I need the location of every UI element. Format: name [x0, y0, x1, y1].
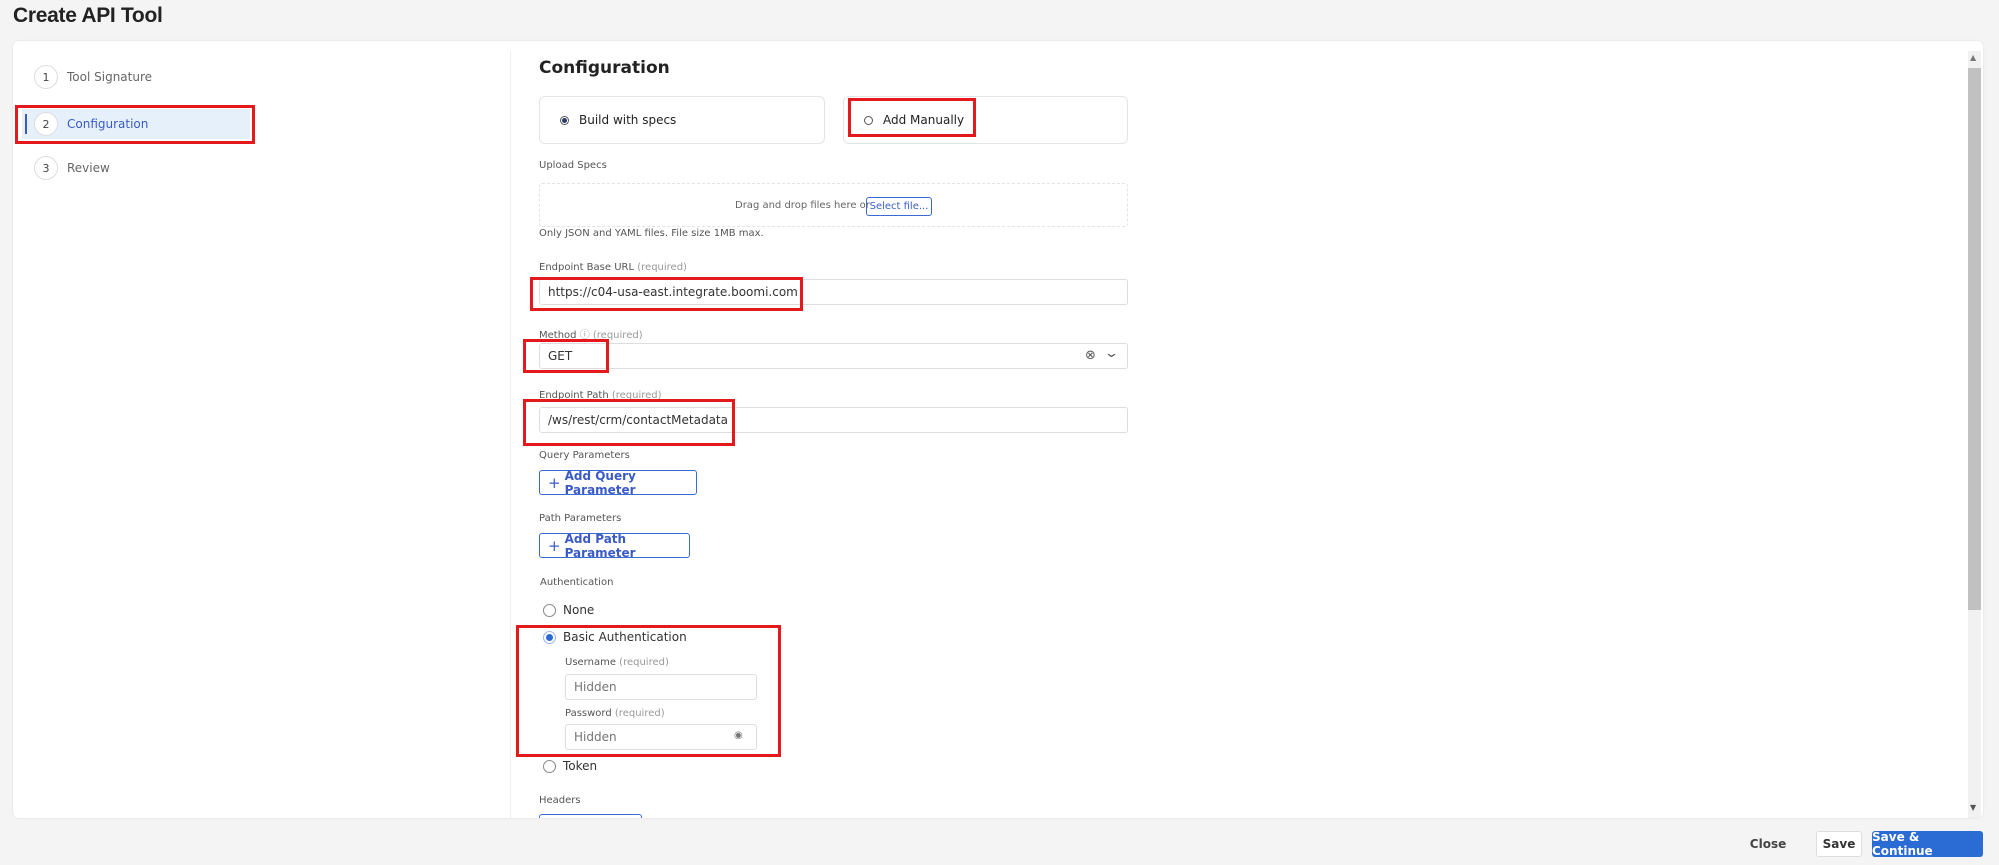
select-file-button[interactable]: Select file...: [866, 197, 932, 216]
add-query-parameter-button[interactable]: + Add Query Parameter: [539, 469, 697, 497]
step-number: 1: [34, 65, 58, 89]
save-and-continue-button[interactable]: Save & Continue: [1872, 830, 1983, 858]
chevron-down-icon[interactable]: ⌄: [1104, 346, 1119, 361]
base-url-label: Endpoint Base URL (required): [539, 262, 687, 273]
save-button[interactable]: Save: [1816, 831, 1862, 857]
path-params-label: Path Parameters: [539, 513, 622, 524]
mode-build-with-specs[interactable]: Build with specs: [539, 96, 825, 144]
clear-icon[interactable]: ⊗: [1085, 348, 1096, 363]
divider: [510, 51, 511, 818]
auth-none-radio[interactable]: None: [543, 603, 594, 617]
step-review[interactable]: 3 Review: [22, 153, 250, 183]
endpoint-path-input[interactable]: /ws/rest/crm/contactMetadata: [539, 407, 1128, 433]
username-label: Username (required): [565, 657, 669, 668]
radio-selected-icon: [543, 630, 556, 644]
scroll-down-icon[interactable]: ▼: [1970, 803, 1976, 812]
auth-token-radio[interactable]: Token: [543, 759, 597, 773]
mode-label: Add Manually: [883, 113, 965, 127]
upload-label: Upload Specs: [539, 160, 607, 171]
radio-selected-icon: [560, 115, 569, 125]
path-label: Endpoint Path (required): [539, 390, 662, 401]
info-icon: ⓘ: [579, 330, 590, 341]
close-button[interactable]: Close: [1750, 831, 1786, 857]
plus-icon: +: [548, 536, 561, 555]
page-title: Create API Tool: [13, 4, 163, 27]
method-select[interactable]: GET: [539, 343, 1128, 369]
radio-icon: [864, 115, 873, 125]
add-header-button[interactable]: [539, 814, 642, 818]
eye-icon[interactable]: ◉: [734, 730, 743, 741]
query-params-label: Query Parameters: [539, 450, 630, 461]
mode-label: Build with specs: [579, 113, 677, 127]
add-path-parameter-button[interactable]: + Add Path Parameter: [539, 532, 690, 560]
step-configuration[interactable]: 2 Configuration: [22, 109, 250, 139]
password-label: Password (required): [565, 708, 665, 719]
plus-icon: +: [548, 473, 561, 492]
section-heading: Configuration: [539, 58, 670, 78]
auth-label: Authentication: [540, 577, 614, 588]
headers-label: Headers: [539, 795, 581, 806]
method-label: Method ⓘ (required): [539, 330, 643, 341]
scroll-up-icon[interactable]: ▲: [1970, 53, 1976, 62]
auth-basic-radio[interactable]: Basic Authentication: [543, 630, 687, 644]
password-input[interactable]: [565, 724, 757, 750]
step-label: Tool Signature: [67, 70, 153, 84]
method-value: GET: [548, 349, 573, 363]
upload-hint: Only JSON and YAML files. File size 1MB …: [539, 228, 764, 239]
step-label: Configuration: [67, 117, 149, 131]
radio-icon: [543, 603, 556, 617]
step-number: 3: [34, 156, 58, 180]
step-tool-signature[interactable]: 1 Tool Signature: [22, 62, 250, 92]
drop-text: Drag and drop files here or: [735, 200, 870, 211]
step-label: Review: [67, 161, 110, 175]
radio-icon: [543, 759, 556, 773]
scrollbar-thumb[interactable]: [1968, 68, 1981, 610]
mode-add-manually[interactable]: Add Manually: [843, 96, 1128, 144]
base-url-input[interactable]: https://c04-usa-east.integrate.boomi.com: [539, 279, 1128, 305]
step-number: 2: [34, 112, 58, 136]
username-input[interactable]: [565, 674, 757, 700]
